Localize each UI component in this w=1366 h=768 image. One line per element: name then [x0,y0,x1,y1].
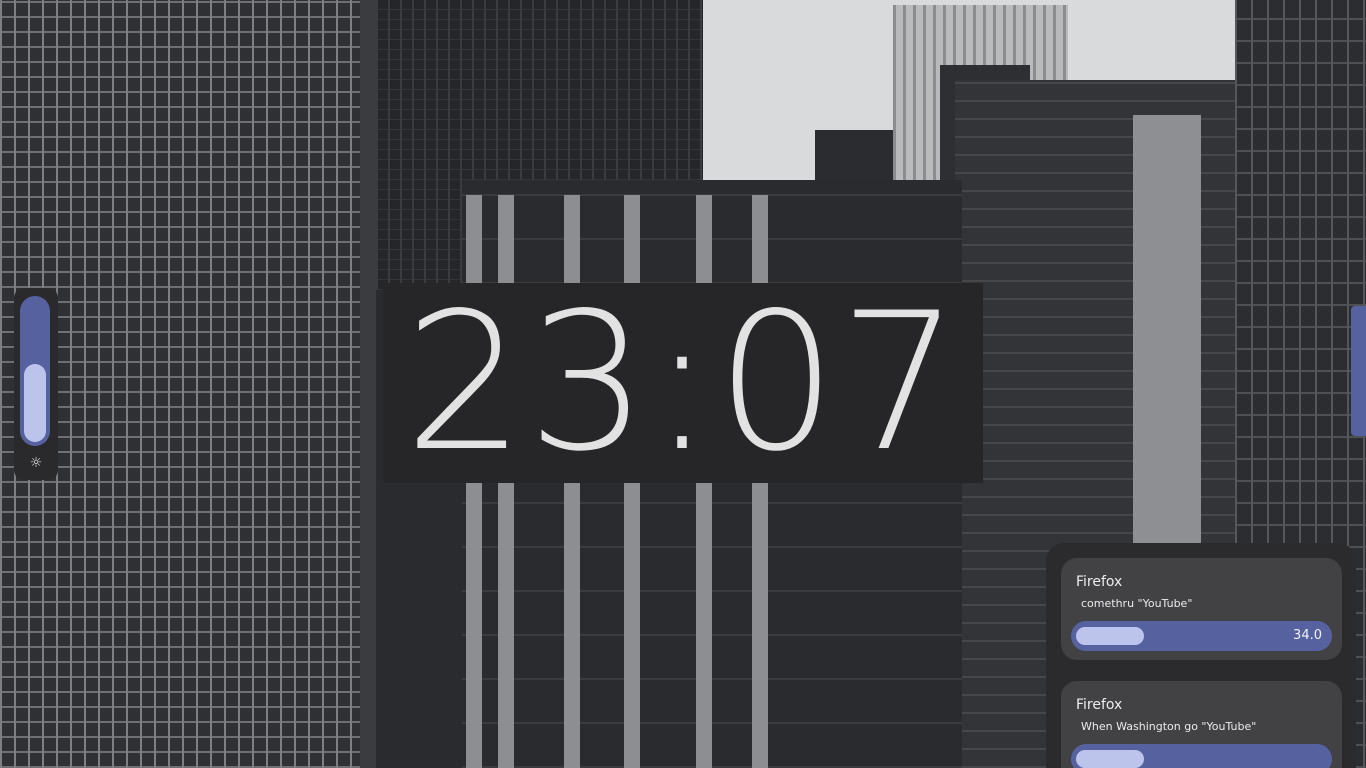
sun-icon: ☼ [29,455,43,471]
media-volume-slider[interactable] [1071,744,1332,768]
media-title: When Washington go "YouTube" [1081,720,1257,733]
media-card[interactable]: Firefox comethru "YouTube" 34.0 [1061,558,1342,660]
media-volume-fill [1076,627,1144,645]
wallpaper-building [360,0,376,768]
edge-indicator[interactable] [1351,306,1366,436]
brightness-slider-fill [24,364,46,442]
media-volume-value: 34.0 [1293,628,1322,643]
clock-time: 23:07 [404,272,962,493]
media-volume-fill [1076,750,1144,768]
media-panel: Firefox comethru "YouTube" 34.0 Firefox … [1046,543,1356,768]
media-app-name: Firefox [1076,697,1123,713]
media-app-name: Firefox [1076,574,1123,590]
brightness-slider[interactable] [20,296,50,446]
brightness-osd: ☼ [14,288,58,480]
clock-widget: 23:07 [383,283,983,483]
media-card[interactable]: Firefox When Washington go "YouTube" [1061,681,1342,768]
media-title: comethru "YouTube" [1081,597,1193,610]
media-volume-slider[interactable]: 34.0 [1071,621,1332,651]
